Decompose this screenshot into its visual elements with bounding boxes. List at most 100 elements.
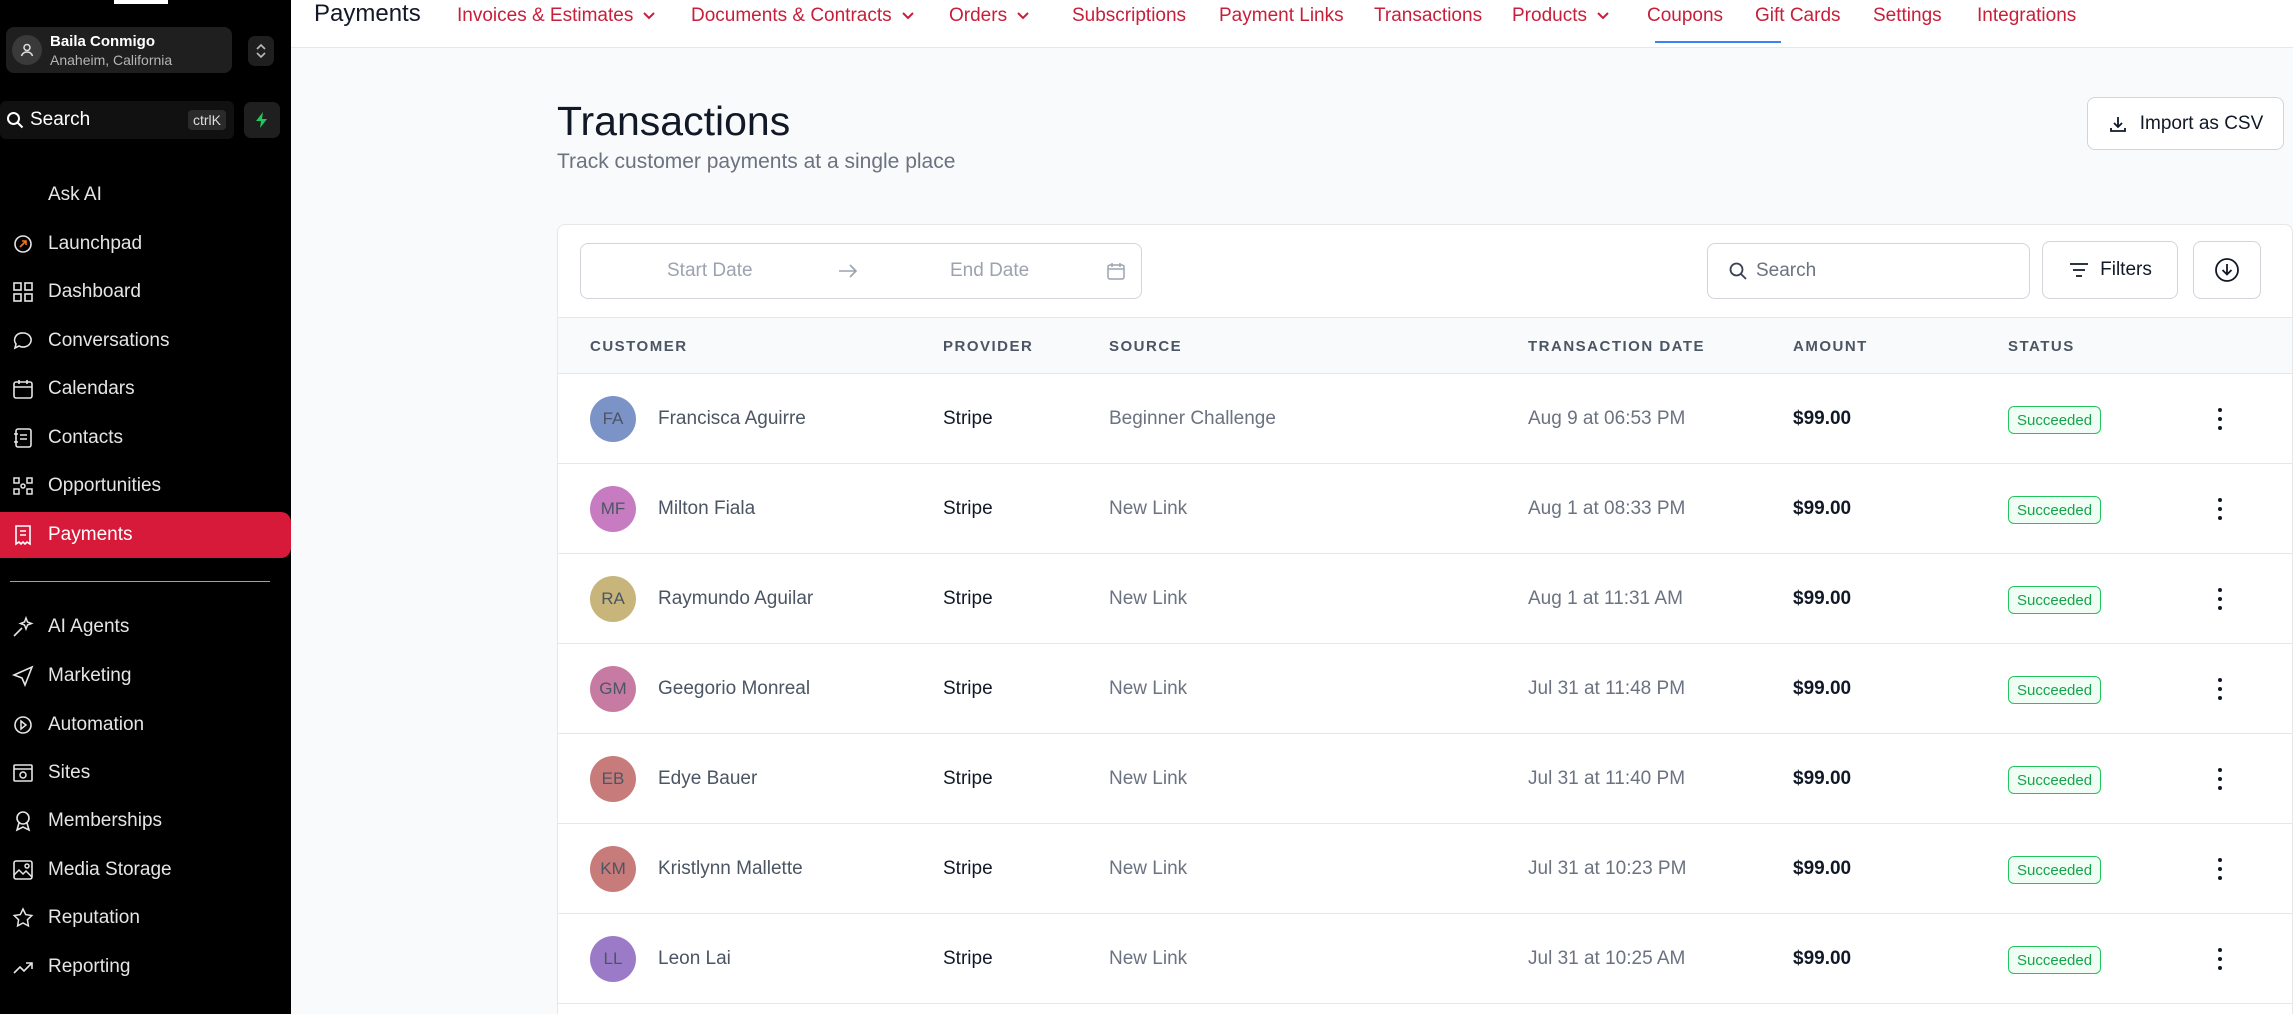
customer-name[interactable]: Leon Lai [658, 948, 731, 970]
table-row[interactable]: LL Leon Lai Stripe New Link Jul 31 at 10:25 … [558, 914, 2292, 1004]
tab-products[interactable]: Products [1512, 5, 1610, 27]
sidebar-item-label: Reporting [48, 956, 131, 977]
import-csv-button[interactable]: Import as CSV [2087, 97, 2284, 150]
sidebar-item-label: Memberships [48, 810, 163, 831]
table-row[interactable]: GM Geegorio Monreal Stripe New Link Jul 31 a… [558, 644, 2292, 734]
tab-orders[interactable]: Orders [949, 5, 1030, 27]
sidebar-item-conversations[interactable]: Conversations [0, 318, 291, 364]
sidebar-item-opportunities[interactable]: Opportunities [0, 463, 291, 509]
sidebar-item-launchpad[interactable]: Launchpad [0, 221, 291, 267]
end-date-input[interactable]: End Date [950, 260, 1029, 282]
tab-payment-links[interactable]: Payment Links [1219, 5, 1344, 27]
tab-label: Subscriptions [1072, 5, 1187, 26]
location-switch-button[interactable] [248, 36, 274, 66]
avatar: MF [590, 486, 636, 532]
customer-name[interactable]: Edye Bauer [658, 768, 757, 790]
tab-settings[interactable]: Settings [1873, 5, 1942, 27]
start-date-input[interactable]: Start Date [667, 260, 753, 282]
table-row[interactable]: KM Kristlynn Mallette Stripe New Link Jul 31… [558, 824, 2292, 914]
table-search[interactable] [1707, 243, 2030, 299]
table-row[interactable]: RA Raymundo Aguilar Stripe New Link Aug 1 at… [558, 554, 2292, 644]
sidebar-item-reporting[interactable]: Reporting [0, 944, 291, 990]
location-switcher[interactable]: Baila Conmigo Anaheim, California [6, 27, 232, 73]
transaction-date: Jul 31 at 10:23 PM [1528, 858, 1687, 879]
chevron-down-icon [642, 5, 656, 27]
avatar: KM [590, 846, 636, 892]
source: New Link [1109, 768, 1188, 789]
sidebar-item-label: Opportunities [48, 475, 162, 496]
sidebar-item-label: Conversations [48, 330, 170, 351]
avatar-initials: RA [601, 589, 625, 608]
sidebar-item-label: Launchpad [48, 233, 143, 254]
tab-documents-contracts[interactable]: Documents & Contracts [691, 5, 915, 27]
provider: Stripe [943, 948, 993, 969]
customer-name[interactable]: Raymundo Aguilar [658, 588, 813, 610]
sidebar-item-payments[interactable]: Payments [0, 512, 291, 558]
download-icon [2108, 114, 2128, 134]
sidebar-item-memberships[interactable]: Memberships [0, 798, 291, 844]
filters-button[interactable]: Filters [2042, 241, 2178, 299]
col-transaction-date: TRANSACTION DATE [1528, 338, 1706, 355]
filter-icon [2068, 261, 2090, 279]
tab-integrations[interactable]: Integrations [1977, 5, 2076, 27]
customer-name[interactable]: Kristlynn Mallette [658, 858, 803, 880]
location-avatar-icon [12, 35, 42, 65]
quick-action-button[interactable] [244, 102, 280, 138]
sidebar-item-calendars[interactable]: Calendars [0, 366, 291, 412]
customer-name[interactable]: Milton Fiala [658, 498, 755, 520]
sidebar-item-contacts[interactable]: Contacts [0, 415, 291, 461]
provider: Stripe [943, 768, 993, 789]
more-options-icon[interactable] [2212, 584, 2228, 614]
sidebar-item-label: Reputation [48, 907, 140, 928]
more-options-icon[interactable] [2212, 674, 2228, 704]
more-options-icon[interactable] [2212, 494, 2228, 524]
tab-invoices-estimates[interactable]: Invoices & Estimates [457, 5, 656, 27]
sites-icon [10, 760, 36, 786]
sidebar-item-marketing[interactable]: Marketing [0, 653, 291, 699]
avatar-initials: GM [599, 679, 627, 698]
provider: Stripe [943, 588, 993, 609]
more-options-icon[interactable] [2212, 944, 2228, 974]
sidebar-search[interactable]: Search ctrlK [0, 101, 234, 139]
status-badge: Succeeded [2008, 406, 2102, 434]
source: Beginner Challenge [1109, 408, 1276, 429]
tab-coupons[interactable]: Coupons [1647, 5, 1723, 27]
table-row[interactable]: MF Milton Fiala Stripe New Link Aug 1 at 08:… [558, 464, 2292, 554]
sidebar-item-automation[interactable]: Automation [0, 702, 291, 748]
col-source: SOURCE [1109, 338, 1183, 355]
more-options-icon[interactable] [2212, 854, 2228, 884]
sidebar-item-ask-ai[interactable]: Ask AI [0, 172, 291, 218]
sidebar-item-sites[interactable]: Sites [0, 750, 291, 796]
customer-name[interactable]: Geegorio Monreal [658, 678, 810, 700]
tab-label: Orders [949, 5, 1008, 26]
tab-transactions[interactable]: Transactions [1374, 5, 1482, 27]
provider: Stripe [943, 678, 993, 699]
avatar: LL [590, 936, 636, 982]
automation-icon [10, 712, 36, 738]
export-button[interactable] [2193, 241, 2261, 299]
avatar: GM [590, 666, 636, 712]
chevron-up-down-icon [256, 43, 266, 59]
tab-subscriptions[interactable]: Subscriptions [1072, 5, 1186, 27]
table-row[interactable]: FA Francisca Aguirre Stripe Beginner Challe… [558, 374, 2292, 464]
tab-label: Transactions [1374, 5, 1483, 26]
table-search-input[interactable] [1756, 260, 2016, 282]
tab-gift-cards[interactable]: Gift Cards [1755, 5, 1841, 27]
sidebar-item-media-storage[interactable]: Media Storage [0, 847, 291, 893]
transactions-card: Start Date End Date Filters CUSTOMER PRO… [557, 224, 2293, 1014]
more-options-icon[interactable] [2212, 404, 2228, 434]
calendar-icon[interactable] [1106, 261, 1126, 286]
receipt-icon [10, 522, 36, 548]
date-range-picker[interactable]: Start Date End Date [580, 243, 1142, 299]
sidebar-item-ai-agents[interactable]: AI Agents [0, 604, 291, 650]
tab-label: Integrations [1977, 5, 2077, 26]
location-name: Baila Conmigo [50, 32, 156, 50]
search-icon [1729, 262, 1747, 280]
customer-name[interactable]: Francisca Aguirre [658, 408, 806, 430]
sidebar-item-label: Ask AI [48, 184, 102, 205]
avatar: EB [590, 756, 636, 802]
sidebar-item-dashboard[interactable]: Dashboard [0, 269, 291, 315]
sidebar-item-reputation[interactable]: Reputation [0, 895, 291, 941]
more-options-icon[interactable] [2212, 764, 2228, 794]
table-row[interactable]: EB Edye Bauer Stripe New Link Jul 31 at 11:4… [558, 734, 2292, 824]
